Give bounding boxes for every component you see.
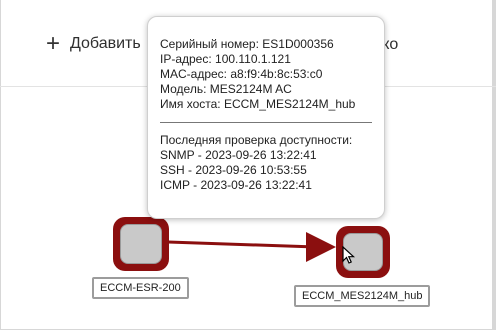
router-icon xyxy=(120,224,162,264)
tooltip-snmp: SNMP - 2023-09-26 13:22:41 xyxy=(160,148,317,162)
tooltip-icmp: ICMP - 2023-09-26 13:22:41 xyxy=(160,178,312,192)
tooltip-availability-title: Последняя проверка доступности: xyxy=(160,133,353,147)
tooltip-ssh: SSH - 2023-09-26 10:53:55 xyxy=(160,163,307,177)
tooltip-ip: IP-адрес: 100.110.1.121 xyxy=(160,52,291,66)
tooltip-hostname: Имя хоста: ECCM_MES2124M_hub xyxy=(160,97,356,111)
link-router-switch[interactable] xyxy=(167,240,317,249)
switch-node-label[interactable]: ECCM_MES2124M_hub xyxy=(294,285,431,307)
tooltip-mac: MAC-адрес: a8:f9:4b:8c:53:c0 xyxy=(160,67,323,81)
tooltip-divider xyxy=(160,122,372,123)
router-node-label[interactable]: ECCM-ESR-200 xyxy=(92,277,189,299)
tooltip-model: Модель: MES2124M AC xyxy=(160,82,292,96)
link-arrowhead xyxy=(306,232,336,262)
device-tooltip: Серийный номер: ES1D000356 IP-адрес: 100… xyxy=(147,16,385,219)
tooltip-serial: Серийный номер: ES1D000356 xyxy=(160,37,334,51)
router-node[interactable] xyxy=(113,217,169,271)
mouse-cursor-icon xyxy=(342,246,356,264)
